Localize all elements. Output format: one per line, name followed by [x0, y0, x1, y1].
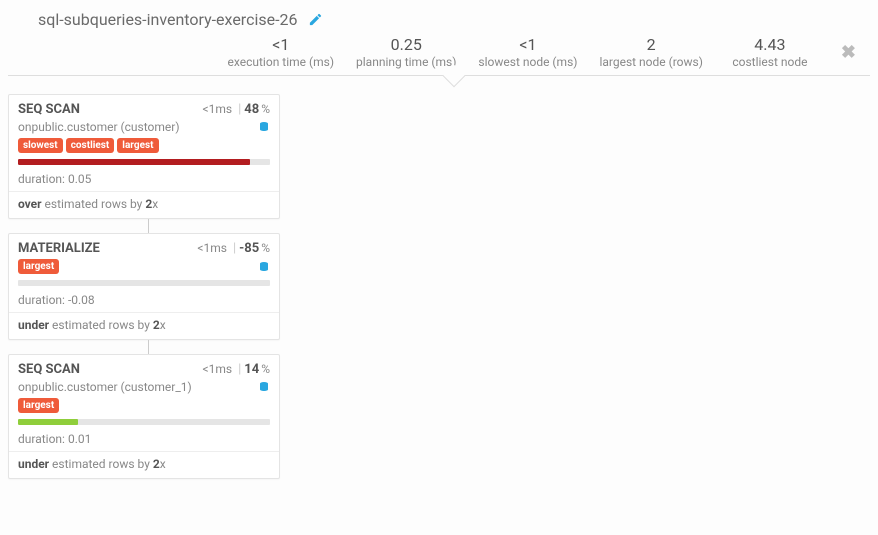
- duration-bar-fill: [18, 159, 250, 165]
- node-relation: public.customer (customer): [31, 120, 258, 134]
- separator: |: [233, 241, 236, 256]
- separator: |: [238, 102, 241, 117]
- stat-label: execution time (ms): [228, 55, 334, 69]
- plan-node[interactable]: SEQ SCAN <1ms | 48% on public.customer (…: [8, 94, 280, 219]
- close-icon[interactable]: ✖: [837, 42, 860, 63]
- stat-value: <1: [478, 35, 577, 54]
- node-time: <1ms: [197, 241, 227, 255]
- tag-costliest: costliest: [66, 138, 115, 153]
- stat-label: slowest node (ms): [478, 55, 577, 69]
- stat-value: <1: [228, 35, 334, 54]
- duration-bar: [18, 280, 270, 286]
- node-percent: 14%: [244, 362, 270, 377]
- edit-icon[interactable]: [308, 12, 323, 27]
- node-duration: duration: 0.05: [9, 169, 279, 191]
- node-estimate: under estimated rows by 2x: [9, 451, 279, 478]
- tag-largest: largest: [18, 259, 59, 274]
- node-estimate: over estimated rows by 2x: [9, 191, 279, 218]
- page-title: sql-subqueries-inventory-exercise-26: [38, 10, 298, 29]
- separator: |: [238, 362, 241, 377]
- plan-tree: SEQ SCAN <1ms | 48% on public.customer (…: [0, 76, 878, 487]
- stat-label: planning time (ms): [356, 55, 456, 69]
- relation-prefix: on: [18, 380, 31, 394]
- stat-slowest-node: <1 slowest node (ms): [478, 35, 577, 69]
- database-icon: [258, 260, 270, 274]
- duration-bar: [18, 419, 270, 425]
- stat-planning-time: 0.25 planning time (ms): [356, 35, 456, 69]
- node-title: MATERIALIZE: [18, 241, 197, 256]
- tag-largest: largest: [117, 138, 158, 153]
- stats-bar: <1 execution time (ms) 0.25 planning tim…: [8, 35, 870, 76]
- connector: [148, 340, 149, 354]
- node-estimate: under estimated rows by 2x: [9, 312, 279, 339]
- node-time: <1ms: [203, 102, 233, 116]
- node-percent: -85%: [239, 241, 270, 256]
- stat-largest-node: 2 largest node (rows): [599, 35, 702, 69]
- database-icon: [258, 120, 270, 134]
- node-time: <1ms: [203, 362, 233, 376]
- node-duration: duration: -0.08: [9, 290, 279, 312]
- stat-costliest-node: 4.43 costliest node: [725, 35, 815, 69]
- duration-bar-fill: [18, 419, 78, 425]
- stat-label: largest node (rows): [599, 55, 702, 69]
- stat-value: 2: [599, 35, 702, 54]
- node-duration: duration: 0.01: [9, 429, 279, 451]
- node-title: SEQ SCAN: [18, 362, 203, 377]
- plan-node[interactable]: SEQ SCAN <1ms | 14% on public.customer (…: [8, 354, 280, 479]
- node-relation: public.customer (customer_1): [31, 380, 258, 394]
- tag-slowest: slowest: [18, 138, 63, 153]
- stat-value: 0.25: [356, 35, 456, 54]
- duration-bar: [18, 159, 270, 165]
- node-percent: 48%: [244, 102, 270, 117]
- connector: [148, 219, 149, 233]
- plan-node[interactable]: MATERIALIZE <1ms | -85% largest duration…: [8, 233, 280, 340]
- node-title: SEQ SCAN: [18, 102, 203, 117]
- relation-prefix: on: [18, 120, 31, 134]
- stat-value: 4.43: [725, 35, 815, 54]
- stat-execution-time: <1 execution time (ms): [228, 35, 334, 69]
- stat-label: costliest node: [725, 55, 815, 69]
- database-icon: [258, 380, 270, 394]
- tag-largest: largest: [18, 398, 59, 413]
